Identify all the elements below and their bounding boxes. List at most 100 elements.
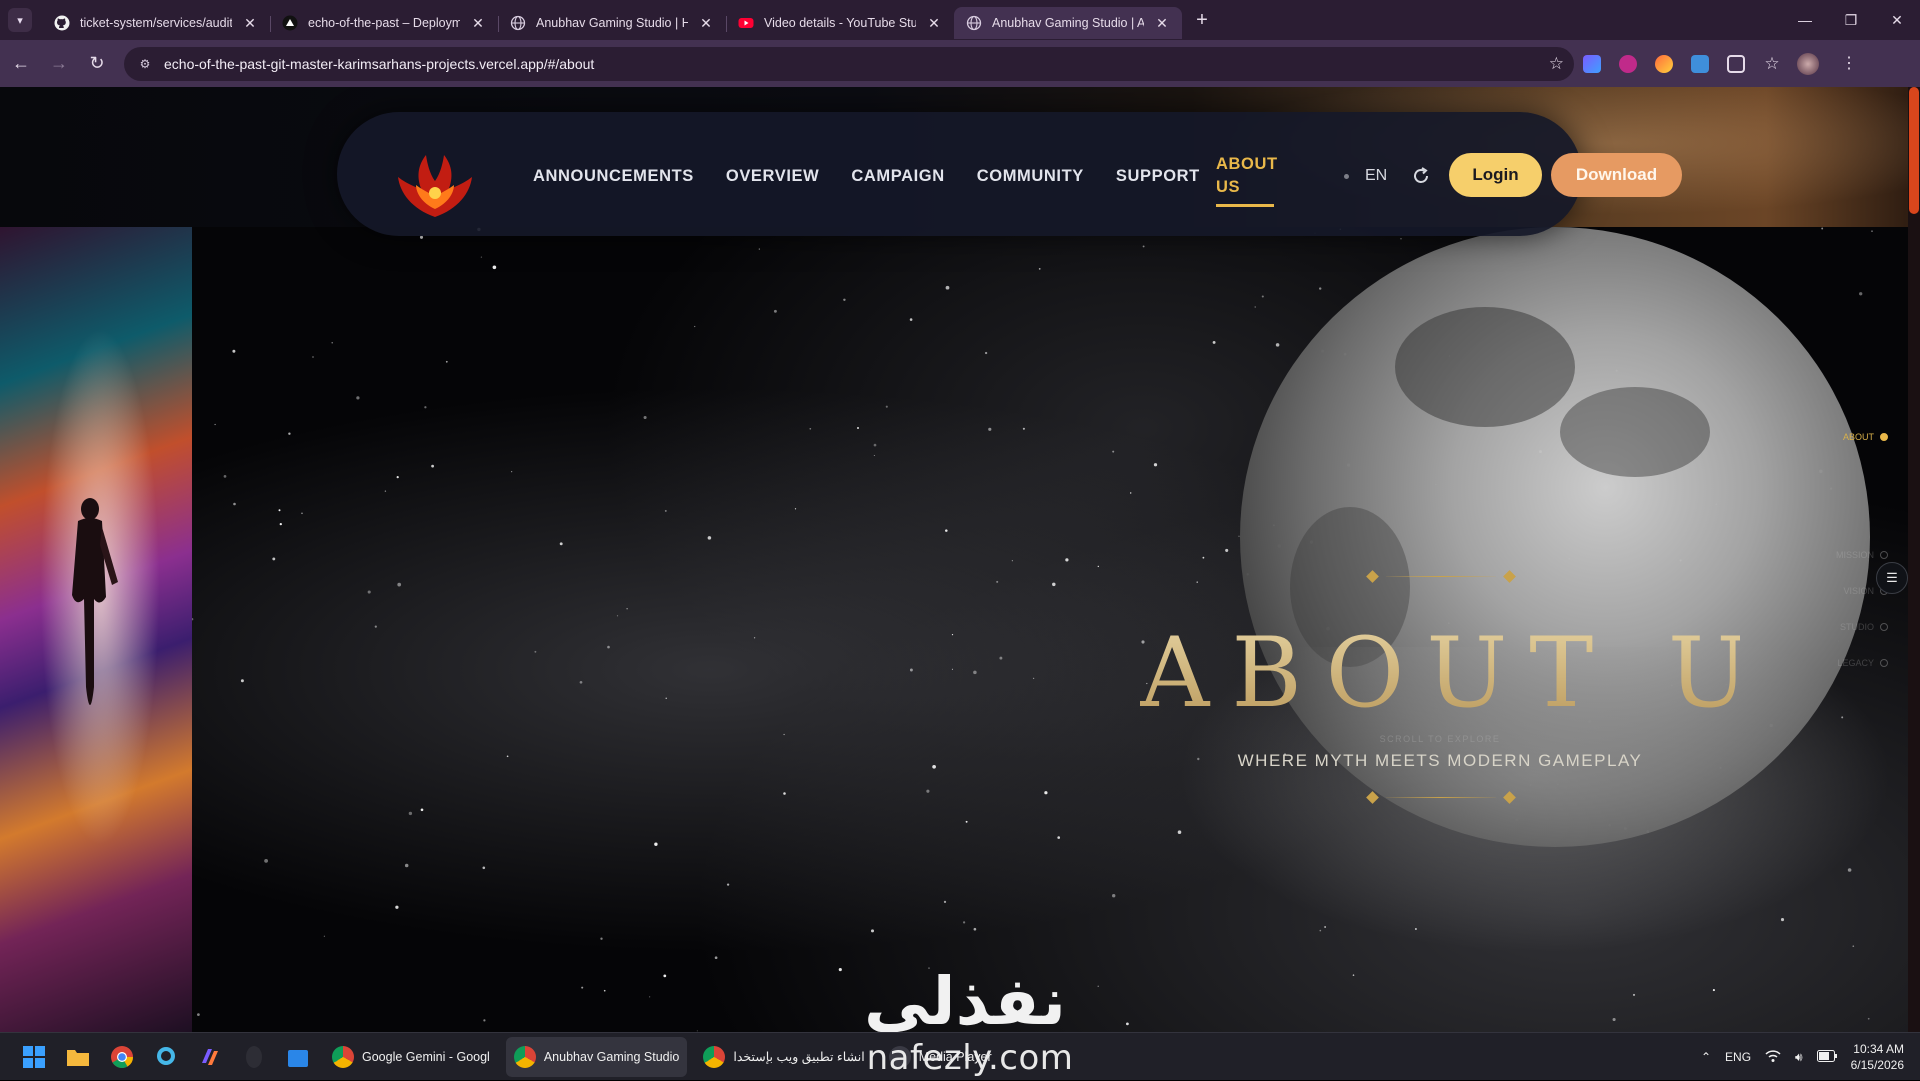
profile-avatar[interactable] [1790, 47, 1826, 81]
minimize-icon[interactable]: — [1782, 0, 1828, 40]
star [809, 427, 812, 430]
star [885, 405, 888, 408]
system-tray: ⌃ ENG 🔊︎ 10:34 AM 6/15/2026 [1701, 1033, 1904, 1081]
taskbar-app-gemini[interactable]: Google Gemini - Googl [324, 1037, 498, 1077]
battery-icon[interactable] [1816, 1049, 1837, 1065]
extensions-puzzle-icon[interactable] [1718, 47, 1754, 81]
star [707, 536, 712, 540]
section-nav-item-mission[interactable]: MISSION [1836, 550, 1888, 560]
nav-link-announcements[interactable]: ANNOUNCEMENTS [533, 167, 694, 186]
tab-youtube-studio[interactable]: Video details - YouTube Studio ✕ [726, 7, 954, 39]
section-nav-label: LEGACY [1837, 658, 1874, 668]
taskbar-app-anubhav[interactable]: Anubhav Gaming Studio [505, 1036, 688, 1077]
copilot-icon[interactable] [192, 1039, 228, 1075]
close-icon[interactable]: ✕ [926, 15, 942, 31]
section-nav-item-about[interactable]: ABOUT [1843, 432, 1888, 442]
nav-link-support[interactable]: SUPPORT [1116, 167, 1200, 186]
chat-icon[interactable] [148, 1039, 184, 1075]
tab-anubhav-home[interactable]: Anubhav Gaming Studio | Hom ✕ [498, 7, 726, 39]
login-button[interactable]: Login [1449, 153, 1542, 197]
tab-search-button[interactable]: ▾ [8, 8, 32, 32]
extension-icon[interactable] [1646, 47, 1682, 81]
address-bar[interactable]: ⚙ echo-of-the-past-git-master-karimsarha… [124, 46, 1574, 81]
theme-toggle-icon[interactable] [1410, 165, 1432, 187]
reload-icon[interactable]: ↻ [80, 47, 114, 81]
app-icon[interactable] [236, 1039, 272, 1075]
extension-icon[interactable] [1610, 47, 1646, 81]
star [616, 615, 619, 617]
star [996, 580, 999, 583]
close-icon[interactable]: ✕ [1154, 15, 1170, 31]
file-explorer-icon[interactable] [60, 1039, 96, 1075]
store-icon[interactable] [280, 1039, 316, 1075]
star [1038, 268, 1041, 270]
studio-logo-icon[interactable] [392, 147, 478, 221]
tab-title: Video details - YouTube Studio [764, 16, 916, 30]
forward-icon[interactable]: → [42, 47, 76, 81]
tab-anubhav-about[interactable]: Anubhav Gaming Studio | Abou ✕ [954, 7, 1182, 39]
page-scrollbar-thumb[interactable] [1909, 87, 1919, 214]
globe-icon [966, 15, 982, 31]
nav-link-community[interactable]: COMMUNITY [977, 167, 1084, 186]
youtube-icon [738, 15, 754, 31]
restore-icon[interactable]: ❐ [1828, 0, 1874, 40]
star [926, 789, 930, 793]
star [794, 508, 797, 510]
nav-link-about-us[interactable]: ABOUT US [1216, 153, 1277, 199]
taskbar-app-label: Anubhav Gaming Studio [543, 1049, 680, 1064]
close-icon[interactable]: ✕ [698, 15, 714, 31]
tab-vercel[interactable]: echo-of-the-past – Deploymen ✕ [270, 7, 498, 39]
star [1225, 548, 1229, 552]
section-nav-item-studio[interactable]: STUDIO [1840, 622, 1888, 632]
tab-github[interactable]: ticket-system/services/auditSer ✕ [42, 7, 270, 39]
star [773, 309, 777, 313]
star [278, 509, 281, 512]
volume-icon[interactable]: 🔊︎ [1795, 1050, 1803, 1065]
warrior-figure-image [72, 498, 118, 705]
star [384, 490, 387, 492]
nav-link-campaign[interactable]: CAMPAIGN [851, 167, 944, 186]
close-window-icon[interactable]: ✕ [1874, 0, 1920, 40]
star [1212, 340, 1216, 344]
menu-icon[interactable]: ⋮ [1826, 47, 1862, 81]
bookmarks-icon[interactable]: ☆ [1754, 47, 1790, 81]
extension-icon[interactable] [1574, 47, 1610, 81]
star [581, 986, 584, 989]
star [1319, 287, 1322, 290]
extension-icon[interactable] [1682, 47, 1718, 81]
star [783, 733, 785, 736]
close-icon[interactable]: ✕ [470, 15, 486, 31]
back-icon[interactable]: ← [4, 47, 38, 81]
bookmark-star-icon[interactable]: ☆ [1549, 54, 1564, 74]
download-button[interactable]: Download [1551, 153, 1682, 197]
star [232, 349, 236, 353]
star [192, 618, 194, 621]
chevron-up-icon[interactable]: ⌃ [1701, 1050, 1711, 1064]
clock[interactable]: 10:34 AM 6/15/2026 [1851, 1041, 1904, 1073]
star [419, 235, 424, 239]
url-text[interactable]: echo-of-the-past-git-master-karimsarhans… [164, 56, 1549, 72]
close-icon[interactable]: ✕ [242, 15, 258, 31]
tab-title: Anubhav Gaming Studio | Abou [992, 16, 1144, 30]
page-scrollbar[interactable] [1908, 87, 1920, 1032]
wifi-icon[interactable] [1765, 1049, 1781, 1066]
scroll-hint: SCROLL TO EXPLORE [1379, 734, 1501, 744]
chrome-icon[interactable] [104, 1039, 140, 1075]
language-selector[interactable]: EN [1365, 167, 1387, 185]
section-nav-item-legacy[interactable]: LEGACY [1837, 658, 1888, 668]
windows-start-icon[interactable] [16, 1039, 52, 1075]
input-language[interactable]: ENG [1725, 1050, 1751, 1064]
star [643, 415, 647, 420]
taskbar-app-arabic[interactable]: انشاء تطبيق ويب بإستخدا [695, 1037, 872, 1077]
nav-link-overview[interactable]: OVERVIEW [726, 167, 819, 186]
star [664, 509, 667, 512]
chrome-icon [332, 1045, 354, 1068]
section-nav-toggle-icon[interactable]: ☰ [1876, 562, 1908, 594]
site-info-icon[interactable]: ⚙ [134, 53, 156, 75]
browser-window: ▾ ticket-system/services/auditSer ✕ echo… [0, 0, 1920, 1080]
new-tab-button[interactable]: + [1188, 6, 1216, 34]
section-nav-label: STUDIO [1839, 622, 1874, 632]
taskbar-app-label: انشاء تطبيق ويب بإستخدا [733, 1050, 865, 1064]
star [1202, 556, 1205, 559]
star [1022, 427, 1025, 430]
